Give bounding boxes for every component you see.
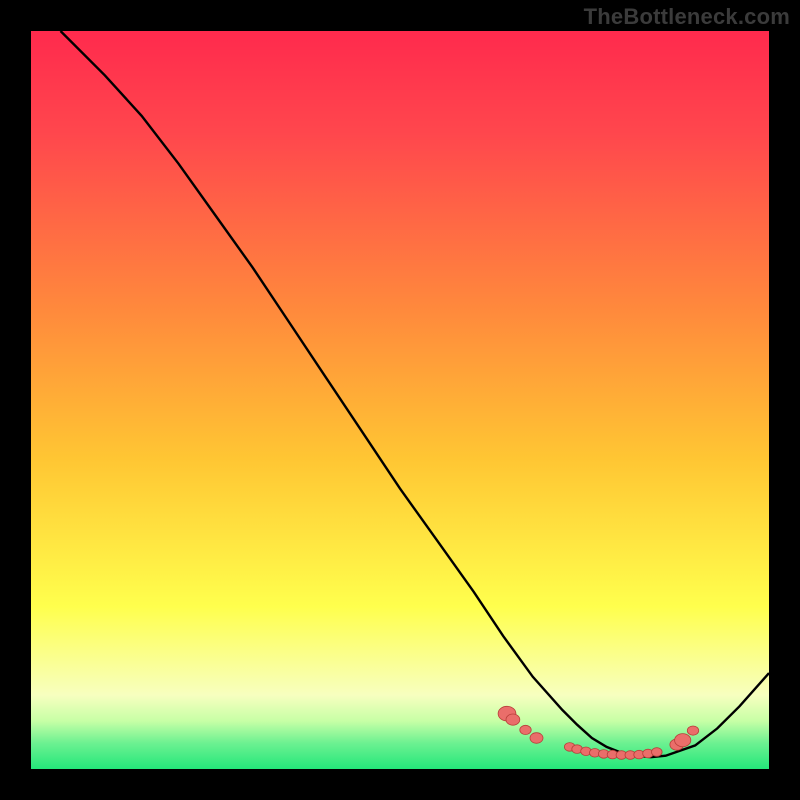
gradient-background (31, 31, 769, 769)
marker-dot (530, 733, 543, 744)
watermark-text: TheBottleneck.com (584, 4, 790, 30)
marker-dot (687, 726, 698, 735)
chart-viewport: { "watermark": "TheBottleneck.com", "col… (0, 0, 800, 800)
marker-dot (675, 734, 691, 747)
marker-dot (520, 725, 531, 734)
marker-dot (652, 748, 663, 757)
bottleneck-chart (0, 0, 800, 800)
marker-dot (506, 714, 520, 725)
